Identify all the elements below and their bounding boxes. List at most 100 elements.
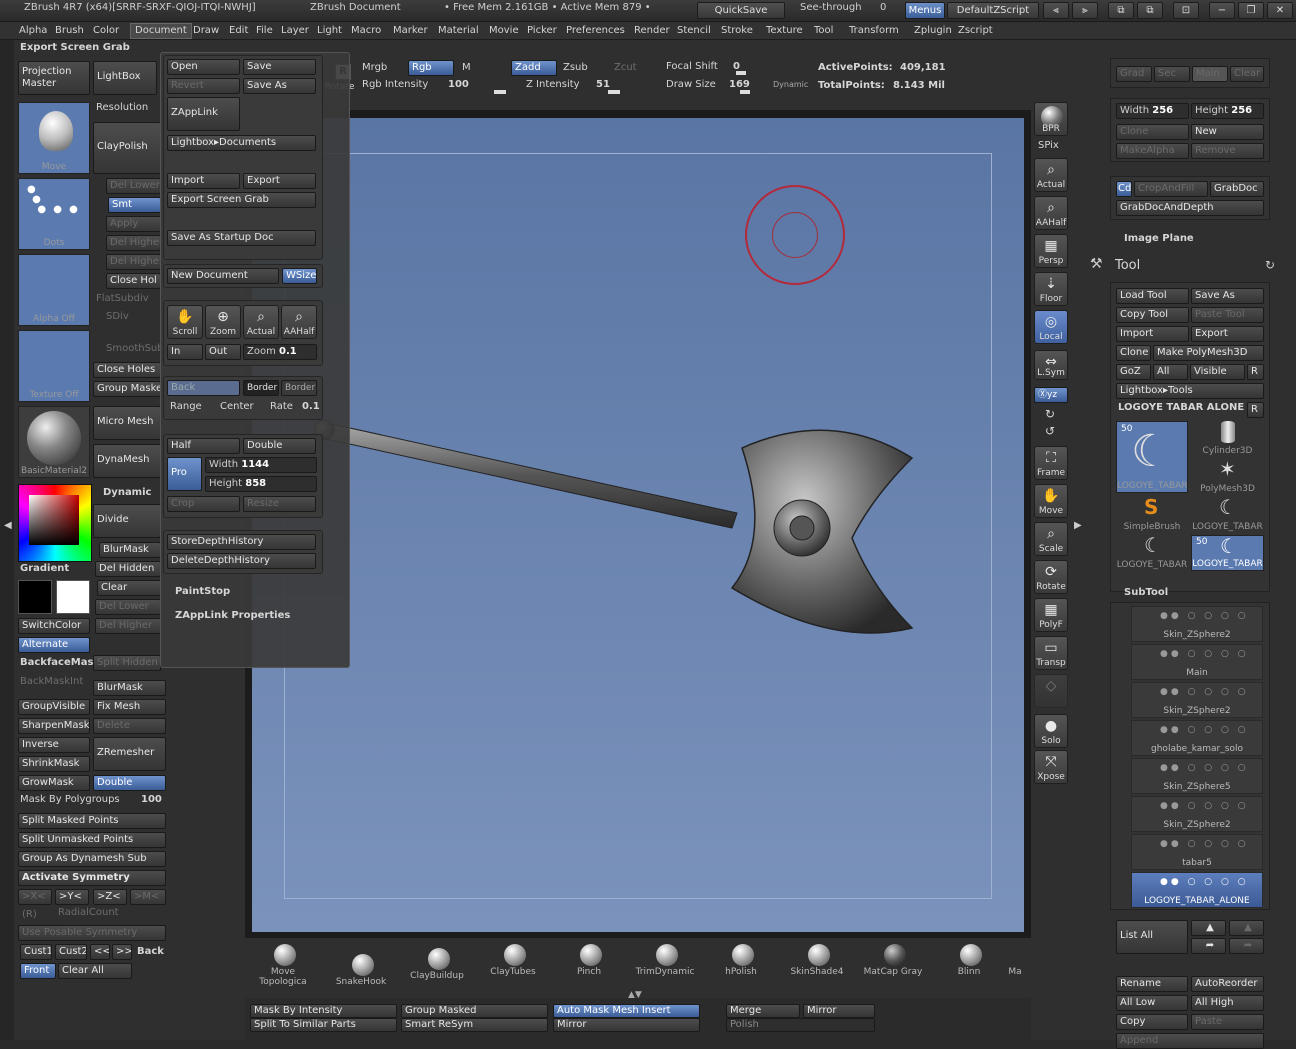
- subtool-toggles[interactable]: ●● ○ ○ ○ ○: [1160, 801, 1249, 811]
- alpha-width-slider[interactable]: Width 256: [1116, 103, 1189, 119]
- half-button[interactable]: Half: [167, 438, 240, 454]
- shrinkmask-button[interactable]: ShrinkMask: [18, 756, 90, 772]
- micro-mesh-button[interactable]: Micro Mesh: [93, 406, 161, 440]
- groupvisible-button[interactable]: GroupVisible: [18, 699, 90, 715]
- z-intensity-label[interactable]: Z Intensity: [526, 79, 580, 90]
- grabdoc-button[interactable]: GrabDoc: [1210, 181, 1264, 197]
- menu-macro[interactable]: Macro: [351, 25, 381, 36]
- paintstop-label[interactable]: PaintStop: [175, 586, 230, 597]
- material-tile[interactable]: BasicMaterial2: [18, 406, 90, 478]
- range-slider[interactable]: Range: [170, 401, 202, 412]
- clear-button[interactable]: Clear: [97, 580, 161, 596]
- lightbox-button[interactable]: LightBox: [93, 61, 157, 95]
- tool-thumb-logoye-4[interactable]: 50 ☾ LOGOYE_TABAR: [1191, 535, 1264, 571]
- remove-button[interactable]: Remove: [1191, 143, 1264, 159]
- menu-zplugin[interactable]: Zplugin: [914, 25, 952, 36]
- radial-r-label[interactable]: (R): [22, 909, 37, 920]
- projection-master-button[interactable]: Projection Master: [18, 61, 90, 95]
- goz-r-button[interactable]: R: [1247, 364, 1264, 380]
- dots-stroke-tile[interactable]: ● ● ● ● ● Dots: [18, 178, 90, 250]
- goz-all-button[interactable]: All: [1153, 364, 1188, 380]
- lsym-button[interactable]: ⇔ L.Sym: [1034, 350, 1068, 380]
- crop-button[interactable]: Crop: [167, 496, 240, 512]
- right-tray-arrow-icon[interactable]: ▶: [1074, 520, 1082, 531]
- group-masked-bottom-button[interactable]: Group Masked: [401, 1004, 548, 1018]
- xpose-button[interactable]: ⤧ Xpose: [1034, 750, 1068, 784]
- current-tool-r-button[interactable]: R: [1247, 402, 1264, 418]
- del-lower-2-button[interactable]: Del Lower: [95, 599, 161, 615]
- export-tool-button[interactable]: Export: [1191, 326, 1264, 342]
- brush-snakehook[interactable]: SnakeHook: [326, 950, 396, 998]
- actual-tool[interactable]: ⌕ Actual: [243, 305, 279, 339]
- dynamic-size-toggle[interactable]: Dynamic: [773, 80, 808, 89]
- color-square[interactable]: [29, 495, 79, 545]
- polish-slider[interactable]: Polish: [726, 1018, 875, 1032]
- close-holes-short-button[interactable]: Close Hol: [106, 273, 161, 289]
- import-tool-button[interactable]: Import: [1116, 326, 1189, 342]
- brush-hpolish[interactable]: hPolish: [706, 940, 776, 988]
- subtool-row[interactable]: ●● ○ ○ ○ ○ gholabe_kamar_solo: [1131, 720, 1263, 756]
- tool-thumb-simplebrush[interactable]: S SimpleBrush: [1116, 497, 1188, 533]
- next-view-button[interactable]: >>: [112, 944, 132, 960]
- rgb-intensity-slider-handle[interactable]: [494, 90, 506, 94]
- close-holes-button[interactable]: Close Holes: [93, 362, 161, 378]
- main-color-swatch[interactable]: [56, 580, 90, 614]
- subtool-row[interactable]: ●● ○ ○ ○ ○ Skin_ZSphere5: [1131, 758, 1263, 794]
- draw-size-slider-handle[interactable]: [740, 90, 750, 94]
- del-higher-2-button[interactable]: Del Higher: [106, 254, 161, 270]
- cd-button[interactable]: Cd: [1116, 181, 1132, 197]
- menu-picker[interactable]: Picker: [527, 25, 557, 36]
- goz-button[interactable]: GoZ: [1116, 364, 1151, 380]
- mask-by-intensity-button[interactable]: Mask By Intensity: [250, 1004, 397, 1018]
- del-higher-3-button[interactable]: Del Higher: [95, 618, 161, 634]
- focal-shift-slider-handle[interactable]: [736, 71, 746, 75]
- make-polymesh3d-button[interactable]: Make PolyMesh3D: [1153, 345, 1264, 361]
- rotate-view-button[interactable]: ⟳ Rotate: [1034, 560, 1068, 594]
- dynamic-label[interactable]: Dynamic: [103, 487, 151, 498]
- menu-preferences[interactable]: Preferences: [566, 25, 625, 36]
- brush-skinshade4[interactable]: SkinShade4: [782, 940, 852, 988]
- backfacemask-label[interactable]: BackfaceMask: [20, 657, 100, 668]
- makealpha-button[interactable]: MakeAlpha: [1116, 143, 1189, 159]
- focal-shift-label[interactable]: Focal Shift: [666, 61, 718, 72]
- floor-button[interactable]: ⇣ Floor: [1034, 272, 1068, 306]
- save-tool-as-button[interactable]: Save As: [1191, 288, 1264, 304]
- mrgb-button[interactable]: Mrgb: [362, 62, 387, 73]
- mirror-bottom-button[interactable]: Mirror: [553, 1018, 700, 1032]
- alpha-clone-button[interactable]: Clone: [1116, 124, 1189, 140]
- aahalf-button[interactable]: ⌕ AAHalf: [1034, 196, 1068, 230]
- zapplink-button[interactable]: ZAppLink: [167, 97, 240, 131]
- gradient-label[interactable]: Gradient: [20, 563, 69, 574]
- sharpenmask-button[interactable]: SharpenMask: [18, 718, 90, 734]
- bpr-button[interactable]: BPR: [1034, 102, 1068, 136]
- menu-stroke[interactable]: Stroke: [721, 25, 753, 36]
- move-view-button[interactable]: ✋ Move: [1034, 484, 1068, 518]
- alpha-new-button[interactable]: New: [1191, 124, 1264, 140]
- subtool-toggles[interactable]: ●● ○ ○ ○ ○: [1160, 649, 1249, 659]
- revert-button[interactable]: Revert: [167, 78, 240, 94]
- export-screen-grab-button[interactable]: Export Screen Grab: [167, 192, 316, 208]
- smt-button[interactable]: Smt: [108, 197, 161, 213]
- canvas[interactable]: [252, 118, 1024, 932]
- zoom-tool[interactable]: ⊕ Zoom: [205, 305, 241, 339]
- menu-render[interactable]: Render: [634, 25, 670, 36]
- secondary-color-swatch[interactable]: [18, 580, 52, 614]
- layout-icon[interactable]: ⧉: [1108, 2, 1134, 19]
- menu-material[interactable]: Material: [438, 25, 479, 36]
- rgb-intensity-label[interactable]: Rgb Intensity: [362, 79, 428, 90]
- double-button[interactable]: Double: [93, 775, 166, 791]
- doc-width-slider[interactable]: Width 1144: [205, 457, 317, 473]
- subtool-row[interactable]: ●● ○ ○ ○ ○ tabar5: [1131, 834, 1263, 870]
- subtool-toggles[interactable]: ●● ○ ○ ○ ○: [1160, 687, 1249, 697]
- see-through-label[interactable]: See-through: [800, 2, 862, 13]
- back-view-label[interactable]: Back: [137, 946, 164, 957]
- claypolish-button[interactable]: ClayPolish: [93, 122, 161, 174]
- symmetry-x-button[interactable]: >X<: [18, 889, 52, 905]
- all-low-button[interactable]: All Low: [1116, 995, 1188, 1011]
- move-brush-tile[interactable]: Move: [18, 102, 90, 174]
- open-button[interactable]: Open: [167, 59, 240, 75]
- border2-color-button[interactable]: Border2: [281, 380, 317, 396]
- delete-depth-history-button[interactable]: DeleteDepthHistory: [167, 553, 316, 569]
- subtool-toggles[interactable]: ●● ○ ○ ○ ○: [1160, 839, 1249, 849]
- subtool-title[interactable]: SubTool: [1124, 587, 1168, 598]
